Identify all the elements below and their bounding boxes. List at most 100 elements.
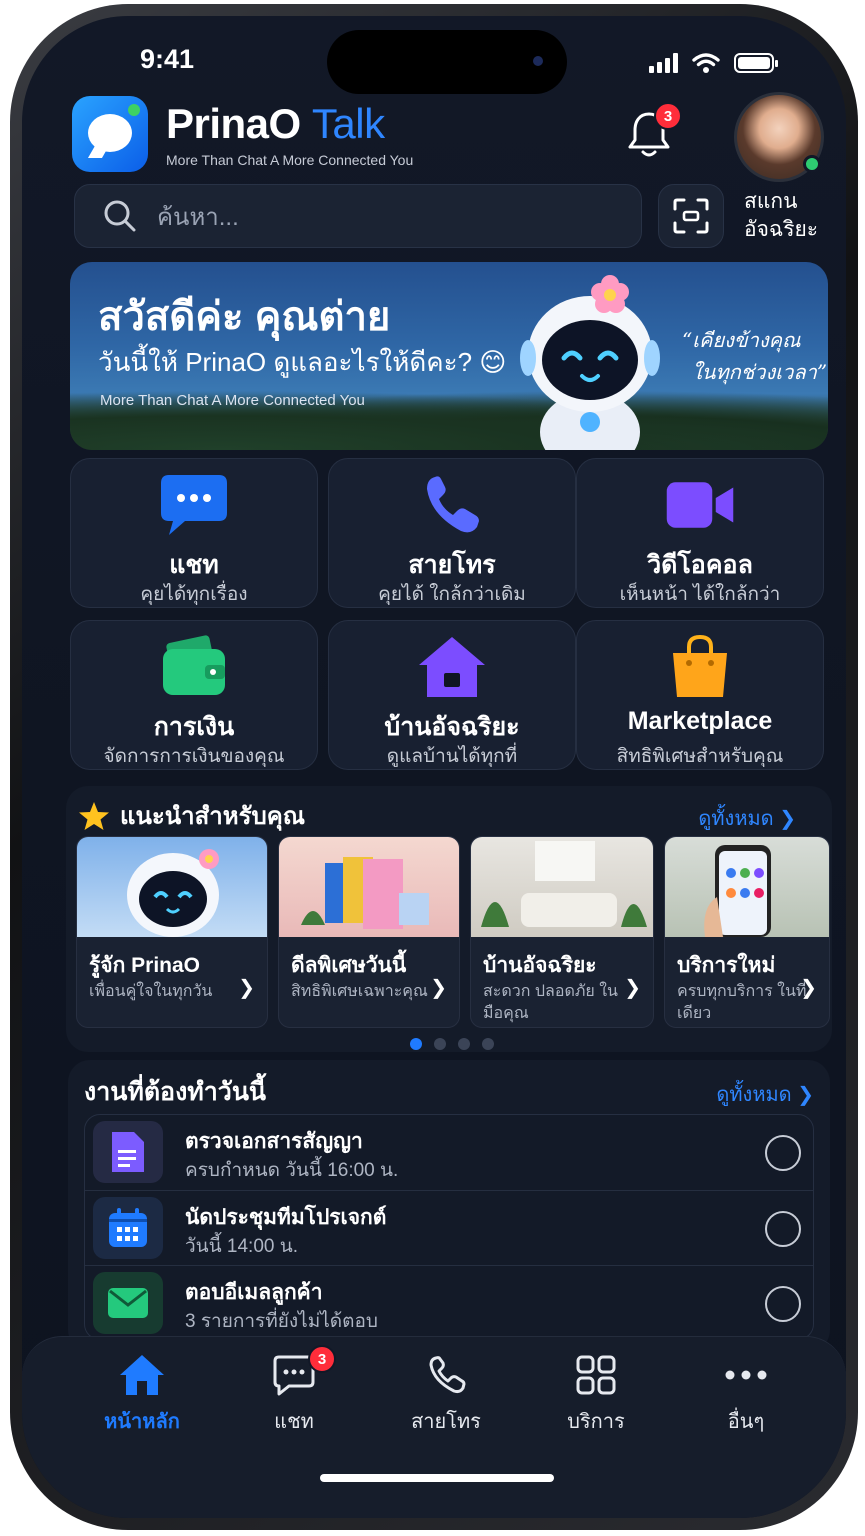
page-dot[interactable] — [458, 1038, 470, 1050]
brand-name: PrinaO Talk — [166, 100, 385, 148]
todo-checkbox[interactable] — [765, 1211, 801, 1247]
reco-card[interactable]: ดีลพิเศษวันนี้ สิทธิพิเศษเฉพาะคุณ ❯ — [278, 836, 460, 1028]
dynamic-island — [327, 30, 567, 94]
todo-checkbox[interactable] — [765, 1286, 801, 1322]
tab-label: แชท — [274, 1411, 314, 1433]
tab-more[interactable]: อื่นๆ — [676, 1351, 816, 1437]
reco-card[interactable]: รู้จัก PrinaO เพื่อนคู่ใจในทุกวัน ❯ — [76, 836, 268, 1028]
scan-label-line1: สแกน — [744, 190, 798, 213]
brand-tagline: More Than Chat A More Connected You — [166, 152, 414, 168]
banner-quote: “เคียงข้างคุณ ในทุกช่วงเวลา” — [682, 324, 827, 388]
robot-mascot-icon — [520, 275, 660, 450]
bottom-tab-bar: หน้าหลัก 3 แชท สายโทร บริการ อื่นๆ — [22, 1336, 846, 1518]
scan-icon — [673, 198, 709, 234]
todo-checkbox[interactable] — [765, 1135, 801, 1171]
recommended-title: แนะนำสำหรับคุณ — [120, 803, 306, 830]
scan-label[interactable]: สแกน อัจฉริยะ — [744, 188, 818, 244]
tile-smart-home[interactable]: บ้านอัจฉริยะ ดูแลบ้านได้ทุกที่ — [328, 620, 576, 770]
carousel-page-indicator[interactable] — [410, 1038, 494, 1050]
todo-title: งานที่ต้องทำวันนี้ — [84, 1078, 267, 1106]
todo-item-title: ตรวจเอกสารสัญญา — [185, 1130, 363, 1153]
page-dot[interactable] — [482, 1038, 494, 1050]
tile-finance[interactable]: การเงิน จัดการการเงินของคุณ — [70, 620, 318, 770]
tile-marketplace[interactable]: Marketplace สิทธิพิเศษสำหรับคุณ — [576, 620, 824, 770]
brand-main: PrinaO — [166, 100, 301, 147]
todo-see-all-link[interactable]: ดูทั้งหมด ❯ — [716, 1078, 814, 1110]
grid-icon — [576, 1355, 616, 1395]
chevron-right-icon: ❯ — [624, 977, 641, 999]
notification-badge: 3 — [654, 102, 682, 130]
greeting-title: สวัสดีค่ะ คุณต่าย — [98, 295, 391, 339]
phone-icon — [429, 1356, 466, 1394]
phone-in-hand-image — [665, 837, 829, 937]
tile-calls[interactable]: สายโทร คุยได้ ใกล้กว่าเดิม — [328, 458, 576, 608]
home-icon — [120, 1355, 164, 1395]
reco-card[interactable]: บริการใหม่ ครบทุกบริการ ในที่เดียว ❯ — [664, 836, 830, 1028]
tile-subtitle: สิทธิพิเศษสำหรับคุณ — [616, 746, 784, 767]
todo-item-title: นัดประชุมทีมโปรเจกต์ — [185, 1206, 387, 1229]
todo-item[interactable]: ตอบอีเมลลูกค้า 3 รายการที่ยังไม่ได้ตอบ — [85, 1265, 813, 1339]
todo-section: งานที่ต้องทำวันนี้ ดูทั้งหมด ❯ ตรวจเอกสา… — [68, 1060, 830, 1352]
chevron-right-icon: ❯ — [238, 977, 255, 999]
banner-quote-line2: ในทุกช่วงเวลา” — [692, 360, 828, 384]
notifications-button[interactable]: 3 — [626, 102, 682, 164]
reco-card-title: บ้านอัจฉริยะ — [483, 954, 597, 977]
more-dots-icon — [725, 1370, 767, 1380]
tile-subtitle: เห็นหน้า ได้ใกล้กว่า — [619, 584, 781, 605]
living-room-image — [471, 837, 653, 937]
tab-chat[interactable]: 3 แชท — [224, 1345, 364, 1437]
home-indicator[interactable] — [320, 1474, 554, 1482]
phone-frame: 9:41 PrinaO Talk More Than Chat A More C… — [10, 4, 858, 1530]
cellular-signal-icon — [649, 53, 678, 73]
todo-list: ตรวจเอกสารสัญญา ครบกำหนด วันนี้ 16:00 น.… — [84, 1114, 814, 1340]
tile-subtitle: คุยได้ ใกล้กว่าเดิม — [378, 584, 526, 605]
app-screen: 9:41 PrinaO Talk More Than Chat A More C… — [22, 16, 846, 1518]
recommended-see-all-link[interactable]: ดูทั้งหมด ❯ — [698, 802, 796, 834]
scan-button[interactable] — [658, 184, 724, 248]
wallet-icon — [163, 635, 225, 695]
mail-icon — [93, 1272, 163, 1334]
todo-item-subtitle: วันนี้ 14:00 น. — [185, 1236, 299, 1257]
search-placeholder: ค้นหา... — [157, 203, 239, 231]
search-bar[interactable]: ค้นหา... — [74, 184, 642, 248]
app-header: PrinaO Talk More Than Chat A More Connec… — [72, 88, 824, 182]
todo-item-subtitle: 3 รายการที่ยังไม่ได้ตอบ — [185, 1311, 378, 1332]
reco-card[interactable]: บ้านอัจฉริยะ สะดวก ปลอดภัย ในมือคุณ ❯ — [470, 836, 654, 1028]
chat-logo-icon — [88, 114, 132, 152]
reco-card-title: รู้จัก PrinaO — [89, 954, 200, 977]
tab-label: สายโทร — [411, 1411, 481, 1433]
tile-title: Marketplace — [627, 707, 773, 735]
online-status-dot — [803, 155, 821, 173]
recommended-header: แนะนำสำหรับคุณ — [78, 796, 305, 835]
todo-item-title: ตอบอีเมลลูกค้า — [185, 1281, 323, 1304]
banner-quote-line1: “เคียงข้างคุณ — [682, 328, 801, 352]
tab-services[interactable]: บริการ — [526, 1351, 666, 1437]
home-icon — [419, 637, 485, 697]
tab-calls[interactable]: สายโทร — [376, 1351, 516, 1437]
profile-avatar[interactable] — [734, 92, 824, 182]
calendar-icon — [93, 1197, 163, 1259]
logo-dot — [128, 104, 140, 116]
tile-subtitle: จัดการการเงินของคุณ — [103, 746, 285, 767]
see-all-label: ดูทั้งหมด — [716, 1084, 792, 1106]
tile-chat[interactable]: แชท คุยได้ทุกเรื่อง — [70, 458, 318, 608]
reco-card-subtitle: เพื่อนคู่ใจในทุกวัน — [89, 983, 213, 1000]
tile-video-call[interactable]: วิดีโอคอล เห็นหน้า ได้ใกล้กว่า — [576, 458, 824, 608]
tab-home[interactable]: หน้าหลัก — [72, 1351, 212, 1437]
greeting-banner[interactable]: สวัสดีค่ะ คุณต่าย วันนี้ให้ PrinaO ดูแลอ… — [70, 262, 828, 450]
video-camera-icon — [666, 482, 734, 528]
greeting-subtitle: วันนี้ให้ PrinaO ดูแลอะไรให้ดีคะ? 😊 — [98, 347, 507, 377]
status-time: 9:41 — [140, 44, 195, 74]
chat-bubble-icon — [161, 475, 227, 535]
tab-label: อื่นๆ — [727, 1411, 765, 1433]
page-dot-active[interactable] — [410, 1038, 422, 1050]
battery-icon — [734, 53, 778, 73]
todo-item[interactable]: นัดประชุมทีมโปรเจกต์ วันนี้ 14:00 น. — [85, 1190, 813, 1264]
status-bar: 9:41 — [22, 16, 846, 96]
tab-label: บริการ — [567, 1411, 625, 1433]
phone-icon — [427, 476, 479, 533]
robot-mascot-image — [77, 837, 267, 937]
todo-item[interactable]: ตรวจเอกสารสัญญา ครบกำหนด วันนี้ 16:00 น. — [85, 1115, 813, 1189]
chat-unread-badge: 3 — [308, 1345, 336, 1373]
page-dot[interactable] — [434, 1038, 446, 1050]
